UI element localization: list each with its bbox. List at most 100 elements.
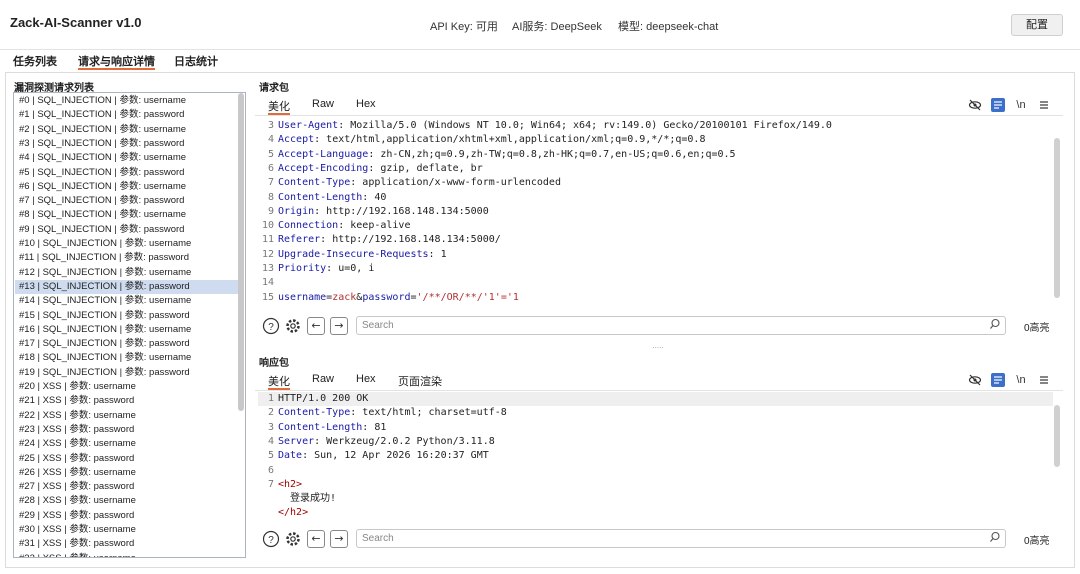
arrow-left-icon[interactable]: ← — [307, 530, 325, 548]
line-number: 8 — [267, 191, 274, 203]
arrow-right-icon[interactable]: → — [330, 317, 348, 335]
list-item[interactable]: #16 | SQL_INJECTION | 参数: username — [15, 323, 239, 337]
search-icon — [989, 531, 1001, 546]
tab-log-stats[interactable]: 日志统计 — [174, 53, 218, 70]
list-item[interactable]: #12 | SQL_INJECTION | 参数: username — [15, 266, 239, 280]
menu-icon[interactable] — [1037, 98, 1051, 112]
request-search-input[interactable]: Search — [356, 316, 1006, 335]
header-name: Date — [278, 450, 303, 462]
list-item[interactable]: #27 | XSS | 参数: password — [15, 480, 239, 494]
list-item[interactable]: #2 | SQL_INJECTION | 参数: username — [15, 123, 239, 137]
list-item[interactable]: #31 | XSS | 参数: password — [15, 537, 239, 551]
list-item[interactable]: #30 | XSS | 参数: username — [15, 523, 239, 537]
list-item[interactable]: #23 | XSS | 参数: password — [15, 423, 239, 437]
gear-icon[interactable] — [284, 530, 302, 548]
list-item[interactable]: #7 | SQL_INJECTION | 参数: password — [15, 194, 239, 208]
request-title: 请求包 — [259, 83, 289, 94]
code-line: 8 Content-Length: 40 — [258, 191, 386, 205]
list-item[interactable]: #22 | XSS | 参数: username — [15, 409, 239, 423]
header-name: User-Agent — [278, 120, 339, 131]
line-number: 2 — [267, 407, 274, 419]
request-editor[interactable]: 3 User-Agent: Mozilla/5.0 (Windows NT 10.… — [258, 119, 1053, 309]
line-number: 12 — [261, 248, 274, 260]
response-tab-render[interactable]: 页面渲染 — [398, 373, 442, 390]
code-line: 7 Content-Type: application/x-www-form-ur… — [258, 176, 561, 190]
request-list[interactable]: #0 | SQL_INJECTION | 参数: username #1 | SQ… — [13, 92, 246, 558]
response-tab-hex[interactable]: Hex — [356, 373, 376, 390]
list-item[interactable]: #19 | SQL_INJECTION | 参数: password — [15, 366, 239, 380]
response-tab-raw[interactable]: Raw — [312, 373, 334, 390]
list-item[interactable]: #26 | XSS | 参数: username — [15, 466, 239, 480]
api-key-status: API Key: 可用 — [430, 21, 498, 33]
list-item[interactable]: #21 | XSS | 参数: password — [15, 394, 239, 408]
wrap-icon[interactable] — [991, 373, 1005, 387]
list-item[interactable]: #24 | XSS | 参数: username — [15, 437, 239, 451]
tab-request-response[interactable]: 请求与响应详情 — [78, 53, 155, 70]
header-value: keep-alive — [350, 220, 411, 232]
list-item[interactable]: #18 | SQL_INJECTION | 参数: username — [15, 351, 239, 365]
status-line: HTTP/1.0 200 OK — [278, 393, 369, 404]
menu-icon[interactable] — [1037, 373, 1051, 387]
header-name: Accept-Language — [278, 148, 369, 160]
request-highlight-count: 0高亮 — [1024, 323, 1050, 334]
request-tab-pretty[interactable]: 美化 — [268, 98, 290, 115]
header-value: http://192.168.148.134:5000/ — [332, 234, 501, 246]
list-item[interactable]: #20 | XSS | 参数: username — [15, 380, 239, 394]
list-item[interactable]: #28 | XSS | 参数: username — [15, 494, 239, 508]
list-item[interactable]: #5 | SQL_INJECTION | 参数: password — [15, 166, 239, 180]
header-colon: : — [302, 450, 315, 462]
list-item[interactable]: #10 | SQL_INJECTION | 参数: username — [15, 237, 239, 251]
line-number: 7 — [267, 177, 274, 189]
list-item[interactable]: #8 | SQL_INJECTION | 参数: username — [15, 208, 239, 222]
list-item[interactable]: #1 | SQL_INJECTION | 参数: password — [15, 108, 239, 122]
list-item[interactable]: #25 | XSS | 参数: password — [15, 452, 239, 466]
list-item[interactable]: #32 | XSS | 参数: username — [15, 552, 239, 557]
list-item[interactable]: #29 | XSS | 参数: password — [15, 509, 239, 523]
arrow-left-icon[interactable]: ← — [307, 317, 325, 335]
request-scrollbar[interactable] — [1054, 138, 1060, 298]
list-item[interactable]: #0 | SQL_INJECTION | 参数: username — [15, 94, 239, 108]
request-tab-hex[interactable]: Hex — [356, 98, 376, 115]
newline-icon[interactable]: \n — [1014, 373, 1028, 387]
list-item[interactable]: #11 | SQL_INJECTION | 参数: password — [15, 251, 239, 265]
list-item[interactable]: #6 | SQL_INJECTION | 参数: username — [15, 180, 239, 194]
request-tab-raw[interactable]: Raw — [312, 98, 334, 115]
eye-off-icon[interactable] — [968, 98, 982, 112]
line-number: 5 — [267, 450, 274, 462]
list-item[interactable]: #14 | SQL_INJECTION | 参数: username — [15, 294, 239, 308]
list-item[interactable]: #3 | SQL_INJECTION | 参数: password — [15, 137, 239, 151]
list-item[interactable]: #17 | SQL_INJECTION | 参数: password — [15, 337, 239, 351]
response-tab-pretty[interactable]: 美化 — [268, 373, 290, 390]
line-number: 4 — [267, 134, 274, 146]
newline-icon[interactable]: \n — [1014, 98, 1028, 112]
list-item[interactable]: #9 | SQL_INJECTION | 参数: password — [15, 223, 239, 237]
response-body-text: 登录成功! — [290, 493, 337, 505]
header-name: Content-Length — [278, 191, 363, 203]
splitter-grip-icon[interactable]: ····· — [253, 345, 1063, 352]
line-number: 5 — [267, 148, 274, 160]
svg-text:?: ? — [268, 322, 274, 333]
header-value: 40 — [374, 191, 387, 203]
config-button[interactable]: 配置 — [1011, 14, 1063, 36]
response-editor[interactable]: 1 HTTP/1.0 200 OK 2 Content-Type: text/html… — [258, 392, 1053, 520]
help-icon[interactable]: ? — [262, 317, 280, 335]
arrow-right-icon[interactable]: → — [330, 530, 348, 548]
header-colon: : — [428, 248, 441, 260]
list-item[interactable]: #13 | SQL_INJECTION | 参数: password — [15, 279, 239, 294]
gear-icon[interactable] — [284, 317, 302, 335]
list-item[interactable]: #15 | SQL_INJECTION | 参数: password — [15, 309, 239, 323]
help-icon[interactable]: ? — [262, 530, 280, 548]
response-scrollbar[interactable] — [1054, 405, 1060, 467]
param-value: zack — [332, 291, 357, 303]
code-line: 7 <h2> — [258, 478, 302, 492]
header-colon: : — [350, 407, 363, 419]
header-name: Content-Type — [278, 407, 351, 419]
header-value: Werkzeug/2.0.2 Python/3.11.8 — [326, 435, 495, 447]
wrap-icon[interactable] — [991, 98, 1005, 112]
response-search-input[interactable]: Search — [356, 529, 1006, 548]
list-item[interactable]: #4 | SQL_INJECTION | 参数: username — [15, 151, 239, 165]
list-scrollbar[interactable] — [238, 93, 244, 411]
header-colon: : — [338, 120, 351, 131]
tab-task-list[interactable]: 任务列表 — [13, 53, 57, 70]
eye-off-icon[interactable] — [968, 373, 982, 387]
